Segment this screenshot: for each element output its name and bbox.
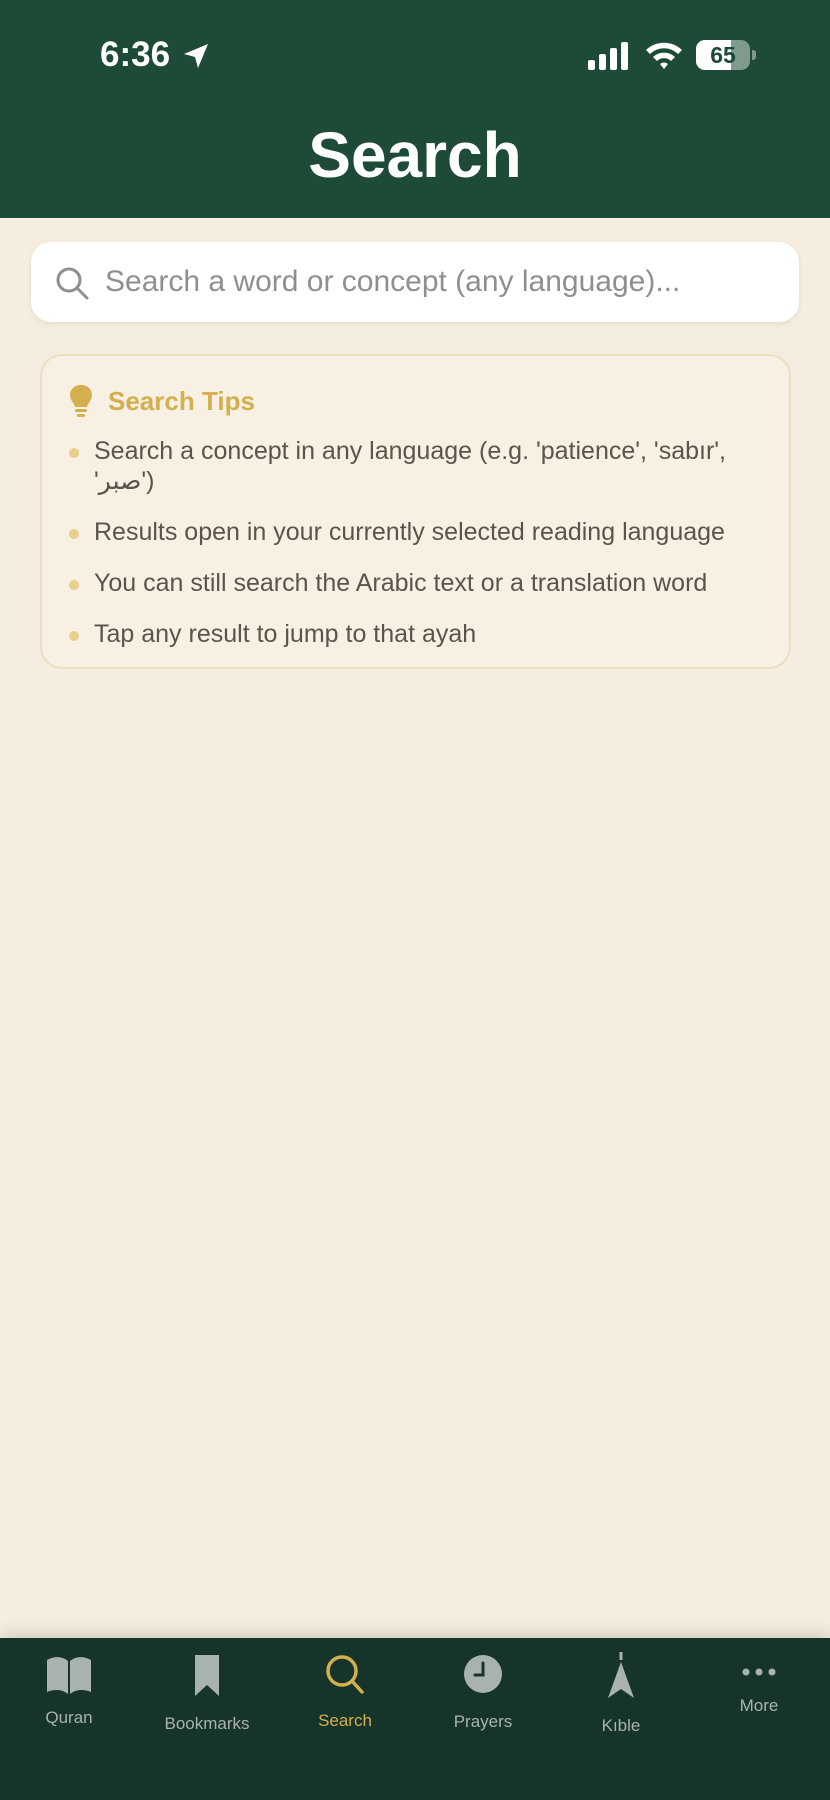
page-title: Search — [308, 119, 522, 191]
lightbulb-icon — [70, 385, 92, 417]
tip-item: Tap any result to jump to that ayah — [42, 619, 793, 649]
clock-icon — [464, 1655, 502, 1693]
bullet-dot — [69, 529, 79, 539]
tab-label: Search — [318, 1711, 372, 1730]
tab-search[interactable]: Search — [276, 1638, 414, 1748]
search-tips-list: Search a concept in any language (e.g. '… — [42, 436, 793, 670]
search-tips-card: Search Tips Search a concept in any lang… — [40, 354, 791, 669]
location-arrow-icon — [184, 44, 208, 68]
bullet-dot — [69, 631, 79, 641]
tip-text: Search a concept in any language (e.g. '… — [94, 437, 726, 495]
bullet-dot — [69, 448, 79, 458]
bookmark-icon — [195, 1655, 219, 1696]
tip-item: You can still search the Arabic text or … — [42, 568, 793, 598]
search-tips-title: Search Tips — [108, 386, 255, 416]
tab-label: Bookmarks — [164, 1714, 250, 1733]
tip-text: You can still search the Arabic text or … — [94, 569, 708, 597]
tab-bookmarks[interactable]: Bookmarks — [138, 1638, 276, 1748]
tab-prayers[interactable]: Prayers — [414, 1638, 552, 1748]
tip-item: Results open in your currently selected … — [42, 517, 793, 547]
bullet-dot — [69, 580, 79, 590]
tab-label: Quran — [45, 1708, 93, 1727]
tab-label: Prayers — [453, 1712, 513, 1731]
search-icon — [56, 267, 89, 300]
tip-text: Results open in your currently selected … — [94, 518, 725, 546]
search-box[interactable] — [31, 242, 799, 322]
ellipsis-icon — [742, 1668, 776, 1676]
wifi-icon — [646, 42, 682, 69]
status-time: 6:36 — [100, 35, 171, 74]
tab-kible[interactable]: Kıble — [552, 1638, 690, 1748]
tab-more[interactable]: More — [690, 1638, 828, 1748]
compass-arrow-icon — [608, 1652, 634, 1698]
search-icon — [326, 1655, 364, 1694]
battery-percent: 65 — [710, 42, 736, 68]
tab-label: Kıble — [601, 1716, 641, 1735]
status-bar: 6:36 65 — [0, 0, 830, 110]
search-input[interactable] — [105, 242, 785, 322]
tip-item: Search a concept in any language (e.g. '… — [42, 436, 793, 496]
battery-indicator: 65 — [696, 40, 756, 70]
tab-label: More — [739, 1696, 779, 1715]
tab-quran[interactable]: Quran — [0, 1638, 138, 1748]
book-icon — [47, 1657, 91, 1694]
tip-text: Tap any result to jump to that ayah — [94, 620, 477, 648]
cellular-signal-icon — [588, 42, 628, 70]
tab-bar: Quran Bookmarks Search Prayers Kıble Mor… — [0, 1638, 830, 1800]
header: 6:36 65 Search — [0, 0, 830, 218]
